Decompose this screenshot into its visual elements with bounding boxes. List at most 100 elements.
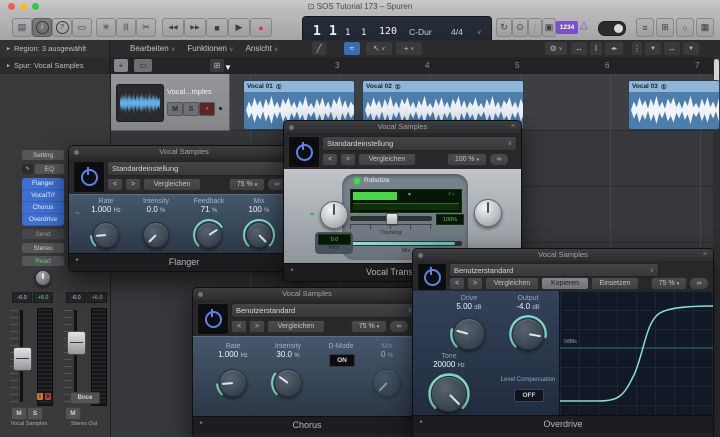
power-button[interactable] [73, 161, 105, 193]
prev-preset-button[interactable]: < [231, 320, 247, 333]
mixer-button[interactable]: ||| [116, 18, 136, 37]
rewind-button[interactable]: ◀◀ [162, 18, 184, 37]
chorus-window[interactable]: Vocal Samples ≡ Benutzerstandard∨ < > Ve… [192, 287, 422, 437]
zoom-preset-2-button[interactable]: ↔ [664, 42, 680, 55]
preset-field[interactable]: Standardeinstellung∨ [107, 161, 295, 176]
low-latency-button[interactable]: / [528, 18, 542, 37]
bar-ruler[interactable]: 3 4 5 6 7 ▼ [229, 57, 720, 74]
mix-slider[interactable] [350, 241, 462, 246]
intensity-knob[interactable] [273, 368, 303, 398]
compare-button[interactable]: Vergleichen [143, 178, 201, 191]
stop-button[interactable]: ■ [206, 18, 228, 37]
extended-params-icon[interactable]: ► [290, 267, 295, 273]
close-icon[interactable] [74, 150, 79, 155]
menu-bearbeiten[interactable]: Bearbeiten ∨ [130, 44, 175, 53]
d-mode-button[interactable]: ON [329, 354, 355, 367]
level-comp-button[interactable]: OFF [514, 389, 544, 402]
volume-readout[interactable]: -6.0 [66, 292, 86, 303]
autopunch-button[interactable]: ⊙ [512, 18, 528, 37]
wet-dry-stepper[interactable]: 75 %▾ [651, 277, 687, 290]
paste-button[interactable]: Einsetzen [591, 277, 639, 290]
preset-field[interactable]: Standardeinstellung∨ [322, 136, 517, 151]
metronome-icon[interactable]: △ [580, 20, 588, 31]
zoom-preset-1-button[interactable]: ▼ [645, 42, 661, 55]
pitch-knob[interactable] [319, 200, 349, 230]
toolbar-button[interactable]: ▭ [72, 18, 92, 37]
grid-button[interactable]: ⊞ [210, 59, 224, 72]
replace-button[interactable]: ▣ [542, 18, 556, 37]
extended-params-icon[interactable]: ► [75, 257, 80, 263]
catch-button[interactable]: ◂▸ [605, 42, 623, 55]
next-preset-button[interactable]: > [467, 277, 483, 290]
menu-ansicht[interactable]: Ansicht ∨ [246, 44, 279, 53]
close-icon[interactable] [418, 253, 423, 258]
volume-fader[interactable] [13, 347, 32, 371]
browsers-button[interactable]: ⊞ [656, 18, 674, 37]
tracking-value[interactable]: 100% [436, 214, 464, 225]
pan-knob[interactable] [34, 269, 52, 287]
pointer-tool-button[interactable]: ↖∨ [366, 42, 392, 55]
master-volume-toggle[interactable] [598, 21, 626, 36]
volume-readout[interactable]: -6.0 [12, 292, 32, 303]
close-icon[interactable] [289, 125, 294, 130]
zoom-preset-3-button[interactable]: ▼ [683, 42, 699, 55]
editors-button[interactable]: ✂ [136, 18, 156, 37]
bounce-button[interactable]: Bnce [70, 392, 100, 404]
eq-thumbnail[interactable]: ∿ [22, 164, 33, 174]
tone-knob[interactable] [430, 375, 468, 413]
strip-solo-button[interactable]: S [27, 407, 43, 420]
hzoom-button[interactable]: ↔ [571, 42, 587, 55]
region-inspector-header[interactable]: ► Region: 3 ausgewählt [0, 40, 110, 57]
rate-knob[interactable] [92, 221, 120, 249]
track-name[interactable]: Vocal...mples [167, 87, 212, 96]
record-button[interactable]: ● [250, 18, 272, 37]
tracking-slider[interactable] [350, 216, 432, 221]
track-alternatives-button[interactable]: ▭ [134, 59, 152, 72]
compare-button[interactable]: Vergleichen [267, 320, 325, 333]
channel-eq-button[interactable]: EQ [35, 164, 64, 174]
track-icon-box[interactable] [116, 84, 164, 122]
power-button[interactable] [288, 136, 320, 168]
plugin-slot-flanger[interactable]: Flanger [22, 178, 64, 190]
smart-controls-button[interactable]: ✳ [96, 18, 116, 37]
secondary-tool-button[interactable]: +∨ [396, 42, 422, 55]
power-button[interactable] [197, 303, 229, 335]
strip-mute-button[interactable]: M [11, 407, 27, 420]
menu-funktionen[interactable]: Funktionen ∨ [187, 44, 233, 53]
preset-field[interactable]: Benutzerstandard∨ [449, 263, 659, 277]
rate-knob[interactable] [218, 368, 248, 398]
control-surfaces-button[interactable]: ▦ [696, 18, 714, 37]
next-preset-button[interactable]: > [249, 320, 265, 333]
overdrive-window[interactable]: Vocal Samples ≡ Benutzerstandard∨ < > Ve… [412, 248, 714, 437]
record-enable-button[interactable]: R [45, 393, 51, 400]
track-mute-button[interactable]: M [167, 102, 183, 116]
compare-button[interactable]: Vergleichen [358, 153, 416, 166]
wet-dry-stepper[interactable]: 75 %▾ [229, 178, 265, 191]
region-vocal-03[interactable]: Vocal 03① [628, 80, 720, 130]
mix-knob[interactable] [245, 221, 273, 249]
track-inspector-header[interactable]: ► Spur: Vocal Samples [0, 57, 110, 74]
strip-mute-button[interactable]: M [65, 407, 81, 420]
extended-params-icon[interactable]: ► [199, 420, 204, 426]
pitch-value[interactable]: 0.0 [318, 234, 351, 245]
plugin-slot-overdrive[interactable]: Overdrive [22, 214, 64, 226]
window-menu-icon[interactable]: ≡ [511, 123, 515, 130]
volume-fader[interactable] [67, 331, 86, 355]
next-preset-button[interactable]: > [340, 153, 356, 166]
wet-dry-stepper[interactable]: 100 %▾ [447, 153, 487, 166]
track-record-button[interactable]: ● [199, 102, 215, 116]
search-button[interactable]: ○ [676, 18, 694, 37]
mix-knob[interactable] [372, 368, 402, 398]
count-in-badge[interactable]: 1234 [556, 21, 578, 34]
preset-field[interactable]: Benutzerstandard∨ [231, 303, 417, 318]
drive-knob[interactable] [452, 317, 486, 351]
lcd-chevron-icon[interactable]: ∨ [477, 29, 481, 36]
vzoom-button[interactable]: I [590, 42, 602, 55]
input-monitor-button[interactable]: I [37, 393, 43, 400]
feedback-knob[interactable] [195, 221, 223, 249]
more-button[interactable]: ⋮ [632, 42, 642, 55]
flex-button[interactable]: ≈ [344, 42, 360, 55]
compare-button[interactable]: Vergleichen [485, 277, 539, 290]
send-slot[interactable]: Send [22, 229, 64, 239]
cycle-button[interactable]: ↻ [496, 18, 512, 37]
